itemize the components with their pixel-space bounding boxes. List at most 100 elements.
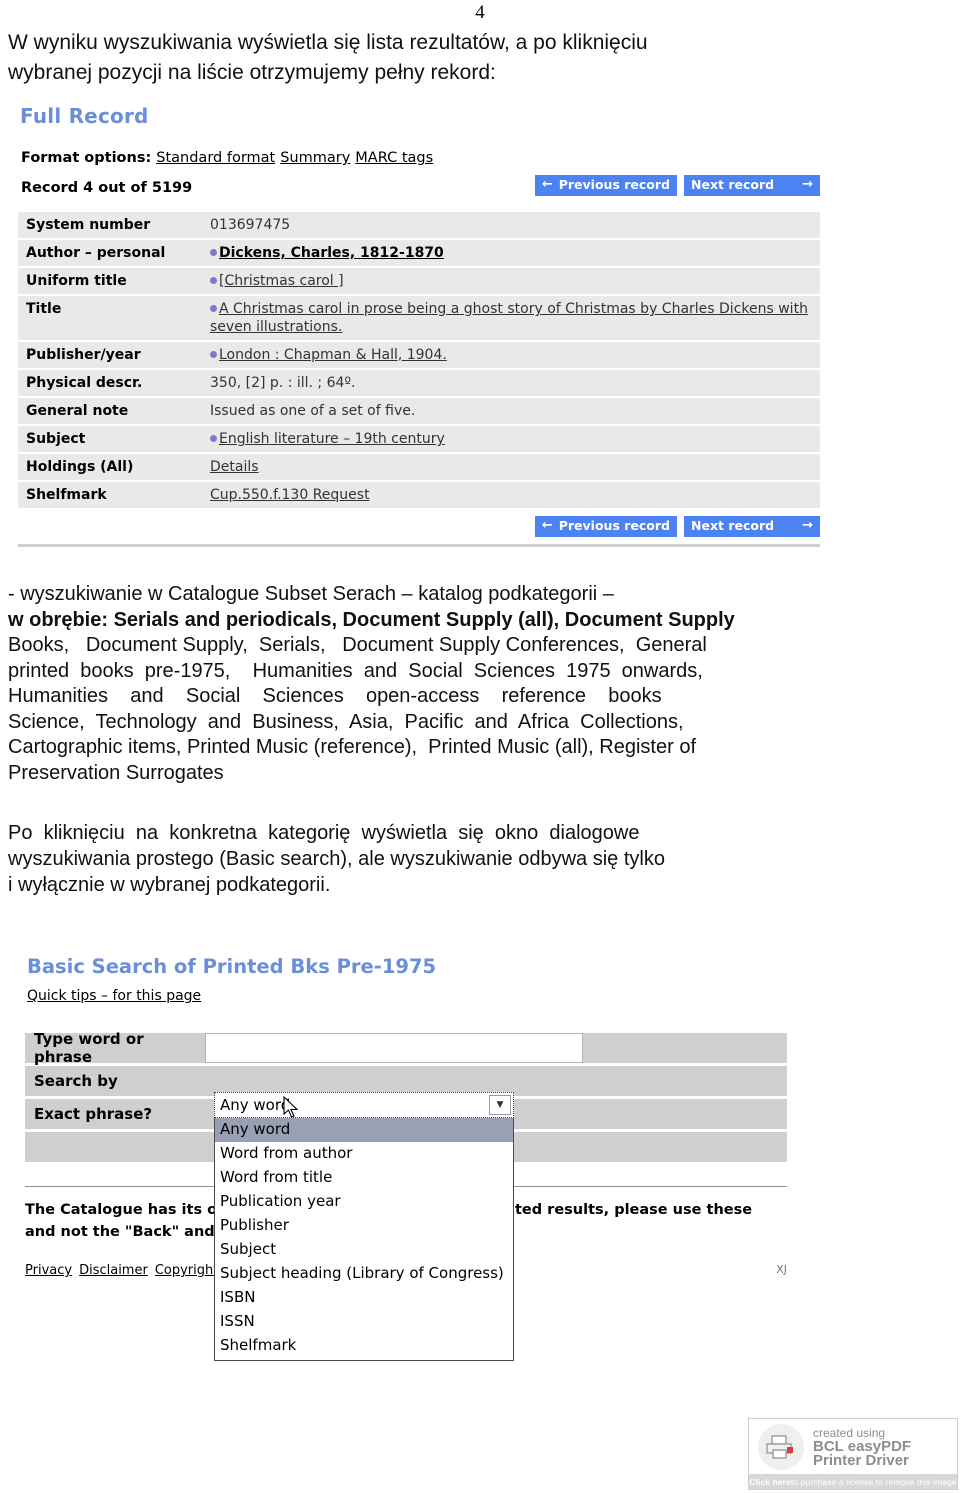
mid-line-2: w obrębie: Serials and periodicals, Docu…: [8, 608, 735, 631]
format-option-summary[interactable]: Summary: [280, 150, 350, 166]
basic-search-intro-paragraph: Po kliknięciu na konkretna kategorię wyś…: [8, 820, 860, 898]
format-option-standard[interactable]: Standard format: [156, 150, 275, 166]
table-row: Subject English literature – 19th centur…: [18, 425, 820, 454]
page-number: 4: [475, 2, 485, 23]
row-value: 350, [2] p. : ill. ; 64º.: [202, 369, 820, 398]
row-label: Publisher/year: [18, 341, 202, 370]
printer-icon-wrap: [749, 1423, 813, 1470]
row-value: Details: [202, 453, 820, 482]
form-row-type-word: Type word or phrase: [25, 1030, 787, 1066]
next-record-button-top[interactable]: Next record →: [684, 175, 820, 196]
table-row: System number 013697475: [18, 212, 820, 240]
badge-top: created using BCL easyPDF Printer Driver: [749, 1419, 957, 1474]
quick-tips-link[interactable]: Quick tips – for this page: [27, 988, 201, 1004]
para2-line-1: Po kliknięciu na konkretna kategorię wyś…: [8, 822, 640, 844]
select-option[interactable]: Publication year: [215, 1190, 513, 1214]
select-option[interactable]: ISBN: [215, 1286, 513, 1310]
chevron-down-icon[interactable]: ▼: [489, 1095, 511, 1115]
mid-line-3: Books, Document Supply, Serials, Documen…: [8, 634, 707, 656]
table-row: Holdings (All) Details: [18, 453, 820, 482]
table-row: Uniform title [Christmas carol ]: [18, 267, 820, 296]
table-row: General note Issued as one of a set of f…: [18, 397, 820, 426]
select-option[interactable]: Publisher: [215, 1214, 513, 1238]
left-arrow-icon: ←: [541, 177, 553, 192]
table-row: Author – personal Dickens, Charles, 1812…: [18, 239, 820, 268]
mid-line-7: Cartographic items, Printed Music (refer…: [8, 736, 697, 758]
printer-icon: [758, 1423, 804, 1470]
mid-line-8: Preservation Surrogates: [8, 761, 224, 784]
left-arrow-icon: ←: [541, 518, 553, 533]
format-options-label: Format options:: [21, 150, 152, 166]
uniform-title-link[interactable]: [Christmas carol ]: [219, 273, 344, 289]
author-link[interactable]: Dickens, Charles, 1812-1870: [219, 245, 444, 261]
publisher-link[interactable]: London : Chapman & Hall, 1904.: [219, 347, 447, 363]
previous-record-button-bottom[interactable]: ← Previous record: [534, 516, 677, 537]
select-option[interactable]: Any word: [215, 1118, 513, 1142]
badge-cta-bold: Click here: [749, 1476, 791, 1487]
next-record-button-bottom[interactable]: Next record →: [684, 516, 820, 537]
printer-glyph: [766, 1434, 793, 1459]
general-note-value: Issued as one of a set of five.: [210, 403, 416, 419]
select-option[interactable]: Shelfmark: [215, 1334, 513, 1358]
row-label: System number: [18, 212, 202, 240]
select-option[interactable]: Word from title: [215, 1166, 513, 1190]
record-nav-top: ← Previous record Next record →: [534, 175, 820, 196]
row-label: Holdings (All): [18, 453, 202, 482]
select-option[interactable]: Subject heading (Library of Congress): [215, 1262, 513, 1286]
previous-record-label: Previous record: [558, 518, 670, 533]
row-label: Physical descr.: [18, 369, 202, 398]
badge-cta[interactable]: Click here to purchase a license to remo…: [749, 1474, 957, 1489]
footer-mark: XJ: [776, 1263, 787, 1276]
mid-line-6: Science, Technology and Business, Asia, …: [8, 710, 684, 733]
record-nav-bottom: ← Previous record Next record →: [534, 516, 820, 537]
mid-line-5: Humanities and Social Sciences open-acce…: [8, 685, 662, 707]
disclaimer-link[interactable]: Disclaimer: [79, 1263, 148, 1278]
table-row: Shelfmark Cup.550.f.130 Request: [18, 481, 820, 510]
subset-search-paragraph: - wyszukiwanie w Catalogue Subset Serach…: [8, 582, 860, 786]
intro-line-1: W wyniku wyszukiwania wyświetla się list…: [8, 31, 648, 54]
select-closed-control[interactable]: Any word ▼: [214, 1092, 514, 1118]
row-value: [Christmas carol ]: [202, 267, 820, 296]
select-options-list: Any word Word from author Word from titl…: [214, 1118, 514, 1361]
row-label: Subject: [18, 425, 202, 454]
title-link[interactable]: A Christmas carol in prose being a ghost…: [210, 301, 808, 335]
intro-paragraph: W wyniku wyszukiwania wyświetla się list…: [8, 28, 860, 88]
badge-line-3: Printer Driver: [813, 1451, 909, 1469]
intro-line-2: wybranej pozycji na liście otrzymujemy p…: [8, 61, 496, 84]
copyright-link[interactable]: Copyright: [155, 1263, 219, 1278]
full-record-heading: Full Record: [20, 104, 149, 128]
badge-text: created using BCL easyPDF Printer Driver: [813, 1426, 911, 1468]
bullet-icon: [210, 249, 217, 256]
previous-record-button-top[interactable]: ← Previous record: [534, 175, 677, 196]
row-value: 013697475: [202, 212, 820, 240]
search-input[interactable]: [205, 1033, 583, 1063]
exact-phrase-label: Exact phrase?: [25, 1099, 205, 1129]
right-arrow-icon: →: [802, 177, 813, 192]
actions-label: [25, 1132, 205, 1162]
row-label: General note: [18, 397, 202, 426]
select-option[interactable]: Subject: [215, 1238, 513, 1262]
holdings-details-link[interactable]: Details: [210, 459, 259, 475]
row-value: Cup.550.f.130 Request: [202, 481, 820, 510]
footer-links: Privacy Disclaimer Copyright: [25, 1263, 225, 1278]
row-label: Title: [18, 295, 202, 342]
subject-link[interactable]: English literature – 19th century: [219, 431, 445, 447]
shelfmark-link[interactable]: Cup.550.f.130 Request: [210, 487, 370, 503]
select-option[interactable]: ISSN: [215, 1310, 513, 1334]
physical-descr-value: 350, [2] p. : ill. ; 64º.: [210, 375, 356, 391]
next-record-label: Next record: [691, 177, 775, 192]
record-nav-bottom-container: ← Previous record Next record →: [18, 510, 820, 547]
format-options-row: Format options: Standard format Summary MAR…: [21, 150, 820, 166]
row-value: English literature – 19th century: [202, 425, 820, 454]
row-label: Shelfmark: [18, 481, 202, 510]
row-label: Author – personal: [18, 239, 202, 268]
format-option-marc-tags[interactable]: MARC tags: [355, 150, 433, 166]
row-value: London : Chapman & Hall, 1904.: [202, 341, 820, 370]
right-arrow-icon: →: [802, 518, 813, 533]
search-by-select[interactable]: Any word ▼ Any word Word from author Wor…: [214, 1092, 514, 1361]
record-counter-row: Record 4 out of 5199 ← Previous record N…: [21, 175, 820, 202]
previous-record-label: Previous record: [558, 177, 670, 192]
row-value: A Christmas carol in prose being a ghost…: [202, 295, 820, 342]
privacy-link[interactable]: Privacy: [25, 1263, 72, 1278]
select-option[interactable]: Word from author: [215, 1142, 513, 1166]
